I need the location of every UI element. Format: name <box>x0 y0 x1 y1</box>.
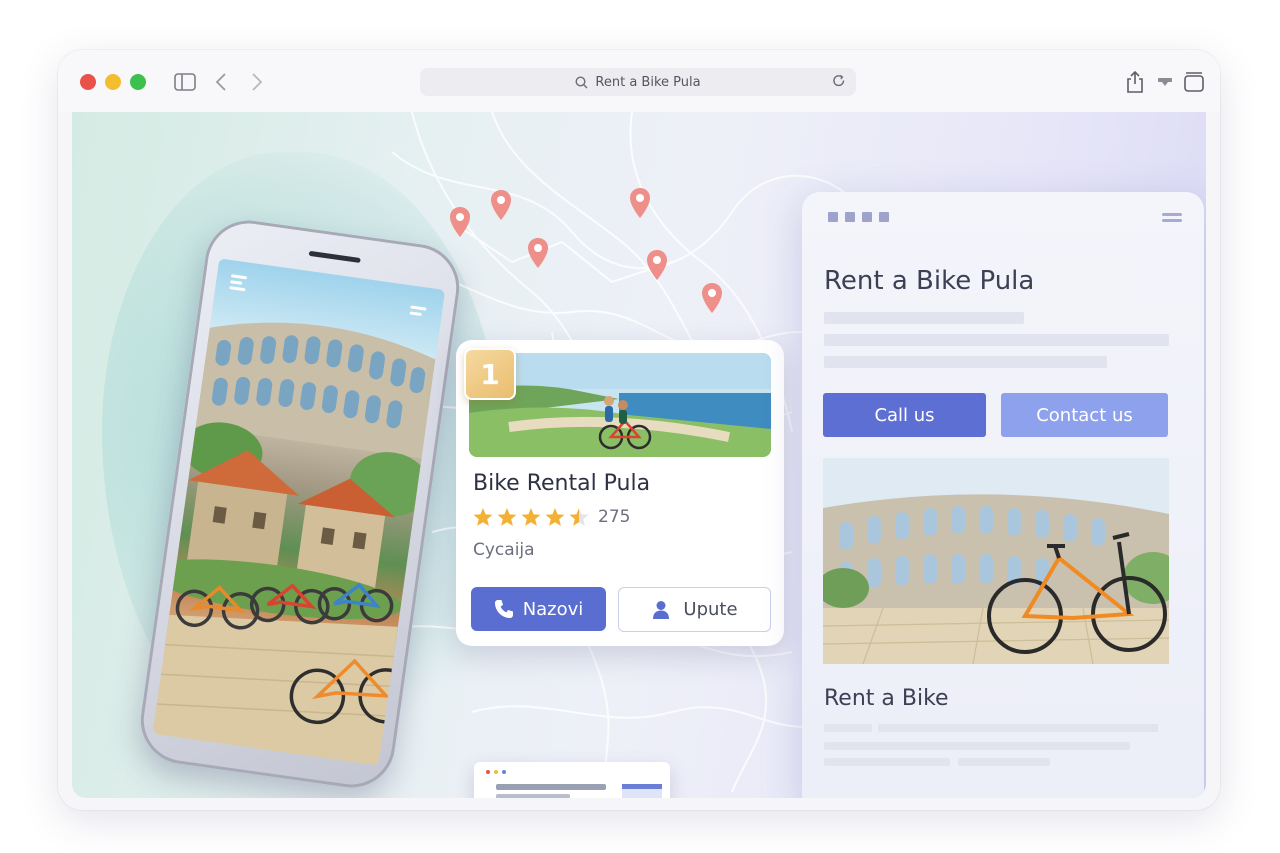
text-placeholder <box>496 784 606 790</box>
reload-icon[interactable] <box>832 74 846 88</box>
hamburger-menu-icon[interactable] <box>229 274 248 292</box>
directions-button[interactable]: Upute <box>618 587 771 632</box>
map-pin-icon <box>528 238 548 268</box>
back-icon[interactable] <box>208 69 234 95</box>
contact-us-button[interactable]: Contact us <box>1001 393 1168 437</box>
call-us-button[interactable]: Call us <box>823 393 986 437</box>
browser-toolbar: Rent a Bike Pula <box>58 50 1220 112</box>
directions-button-label: Upute <box>683 599 738 620</box>
site-title: Rent a Bike Pula <box>824 266 1035 296</box>
tabs-icon[interactable] <box>1181 69 1207 95</box>
website-mockup: Rent a Bike Pula Call us Contact us Rent… <box>802 192 1204 798</box>
map-pin-icon <box>647 250 667 280</box>
map-pin-icon <box>491 190 511 220</box>
text-placeholder <box>824 724 872 732</box>
address-bar[interactable]: Rent a Bike Pula <box>420 68 856 96</box>
sidebar-icon[interactable] <box>172 69 198 95</box>
site-nav-dots <box>828 212 889 222</box>
phone-speaker <box>308 250 361 264</box>
person-icon <box>651 600 671 620</box>
text-placeholder <box>824 742 1130 750</box>
listing-category: Cycaija <box>473 540 535 560</box>
listing-title[interactable]: Bike Rental Pula <box>473 471 650 496</box>
search-icon <box>575 75 588 89</box>
rank-badge: 1 <box>464 348 516 400</box>
text-placeholder <box>824 356 1107 368</box>
pula-arena-illustration <box>152 322 436 766</box>
page-content: 1 Bike Rental Pula 275 Cycaija Nazovi Up… <box>72 112 1206 798</box>
maximize-window-button[interactable] <box>130 74 146 90</box>
address-text: Rent a Bike Pula <box>595 74 701 90</box>
share-icon[interactable] <box>1122 69 1148 95</box>
minimize-window-button[interactable] <box>105 74 121 90</box>
phone-screen <box>152 258 446 766</box>
star-icon <box>473 508 493 526</box>
text-placeholder <box>496 794 570 798</box>
site-hero-image <box>823 458 1169 664</box>
text-placeholder <box>958 758 1050 766</box>
mini-window-dots <box>486 770 506 774</box>
star-icon <box>521 508 541 526</box>
phone-icon <box>494 599 514 619</box>
close-window-button[interactable] <box>80 74 96 90</box>
map-pin-icon <box>450 207 470 237</box>
download-icon[interactable] <box>1152 69 1178 95</box>
text-placeholder <box>824 758 950 766</box>
map-pin-icon <box>630 188 650 218</box>
site-subtitle: Rent a Bike <box>824 686 949 711</box>
star-icon <box>545 508 565 526</box>
text-placeholder <box>824 334 1169 346</box>
forward-icon[interactable] <box>244 69 270 95</box>
site-menu-icon[interactable] <box>1162 213 1182 222</box>
half-star-icon <box>569 508 589 526</box>
business-listing-card[interactable]: 1 Bike Rental Pula 275 Cycaija Nazovi Up… <box>456 340 784 646</box>
star-icon <box>497 508 517 526</box>
call-button[interactable]: Nazovi <box>471 587 606 631</box>
star-rating <box>473 507 593 529</box>
mini-browser-card <box>474 762 670 798</box>
review-count: 275 <box>598 507 631 527</box>
text-placeholder <box>878 724 1158 732</box>
arena-bike-illustration <box>823 458 1169 664</box>
mini-image-placeholder <box>622 784 662 798</box>
map-pin-icon <box>702 283 722 313</box>
call-button-label: Nazovi <box>522 598 584 620</box>
browser-window: Rent a Bike Pula 1 Bike Rental Pula 275 … <box>58 50 1220 810</box>
text-placeholder <box>824 312 1024 324</box>
